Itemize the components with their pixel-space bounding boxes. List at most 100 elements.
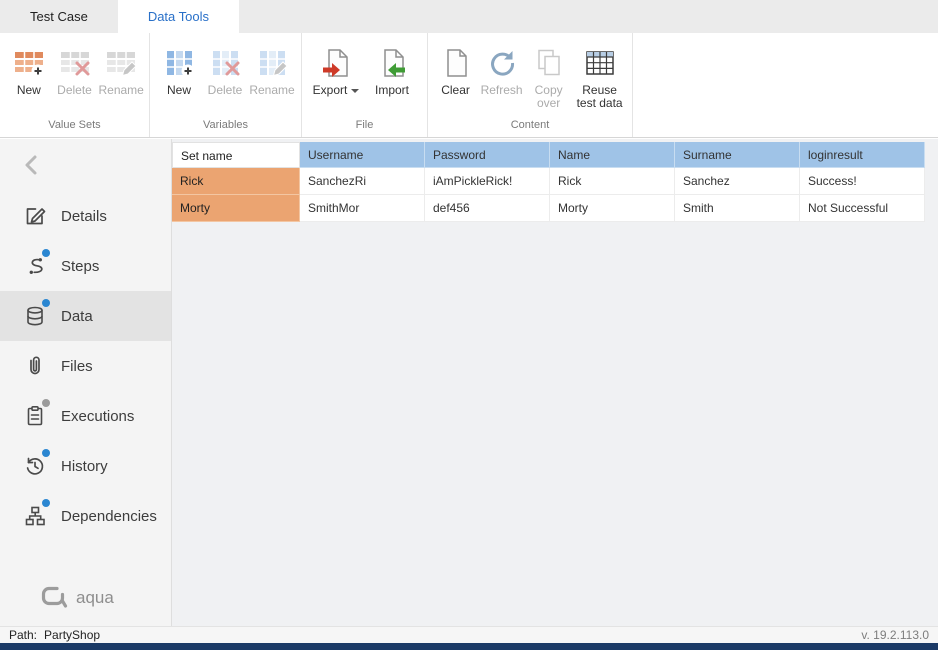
table-cell[interactable]: Sanchez [675, 168, 800, 195]
value-sets-new-button[interactable]: New [6, 39, 52, 97]
edit-icon [23, 204, 47, 228]
button-label: Delete [208, 84, 243, 97]
refresh-button: Refresh [477, 39, 526, 97]
clipboard-icon [23, 404, 47, 428]
import-document-icon [376, 45, 408, 81]
notification-badge [42, 399, 50, 407]
copy-over-button: Copy over [526, 39, 571, 110]
ribbon-group-value-sets: New Delete [0, 33, 150, 137]
ribbon: New Delete [0, 33, 938, 138]
aqua-logo: aqua [40, 585, 114, 611]
sidebar-item-label: Details [61, 208, 107, 225]
value-sets-delete-button: Delete [52, 39, 98, 97]
table-cell[interactable]: SmithMor [300, 195, 425, 222]
sidebar-item-executions[interactable]: Executions [0, 391, 171, 441]
export-label-row: Export [313, 84, 360, 97]
notification-badge [42, 449, 50, 457]
ribbon-group-label: File [302, 117, 427, 137]
path-value: PartyShop [44, 628, 100, 642]
column-header-surname[interactable]: Surname [675, 142, 800, 168]
button-label: New [167, 84, 191, 97]
value-sets-rename-button: Rename [97, 39, 145, 97]
sidebar-item-files[interactable]: Files [0, 341, 171, 391]
steps-icon [23, 254, 47, 278]
sidebar-item-dependencies[interactable]: Dependencies [0, 491, 171, 541]
column-header-password[interactable]: Password [425, 142, 550, 168]
sidebar-item-label: History [61, 458, 108, 475]
button-label: Refresh [481, 84, 523, 97]
ribbon-group-file: Export Import File [302, 33, 428, 137]
sidebar-item-label: Files [61, 358, 93, 375]
column-header-loginresult[interactable]: loginresult [800, 142, 925, 168]
set-name-cell[interactable]: Morty [172, 195, 300, 222]
sidebar-item-details[interactable]: Details [0, 191, 171, 241]
table-cell[interactable]: Smith [675, 195, 800, 222]
table-cell[interactable]: Success! [800, 168, 925, 195]
back-button[interactable] [0, 139, 171, 191]
rename-value-set-table-icon [105, 45, 137, 81]
clear-button[interactable]: Clear [434, 39, 477, 97]
table-cell[interactable]: Not Successful [800, 195, 925, 222]
set-name-cell[interactable]: Rick [172, 168, 300, 195]
ribbon-group-variables: New Delete [150, 33, 302, 137]
sidebar-item-data[interactable]: Data [0, 291, 171, 341]
button-label: Delete [57, 84, 92, 97]
table-row: Morty SmithMor def456 Morty Smith Not Su… [172, 195, 925, 222]
aqua-logo-text: aqua [76, 588, 114, 608]
chevron-down-icon [351, 89, 359, 93]
button-label: Import [375, 84, 409, 97]
ribbon-buttons: Clear Refresh [428, 37, 632, 117]
button-label: Rename [98, 84, 143, 97]
import-button[interactable]: Import [364, 39, 420, 97]
column-header-name[interactable]: Name [550, 142, 675, 168]
bottom-accent-strip [0, 643, 938, 650]
new-value-set-table-icon [13, 45, 45, 81]
history-clock-icon [23, 454, 47, 478]
copy-documents-icon [533, 45, 565, 81]
ribbon-buttons: New Delete [150, 37, 301, 117]
status-bar: Path: PartyShop v. 19.2.113.0 [0, 626, 938, 643]
sidebar-item-label: Data [61, 308, 93, 325]
table-cell[interactable]: def456 [425, 195, 550, 222]
button-label: Rename [249, 84, 294, 97]
table-header-row: Set name Username Password Name Surname … [172, 142, 925, 168]
button-label: Copy over [526, 84, 571, 110]
refresh-icon [486, 45, 518, 81]
column-header-username[interactable]: Username [300, 142, 425, 168]
table-cell[interactable]: Rick [550, 168, 675, 195]
app-window: Test Case Data Tools [0, 0, 938, 650]
notification-badge [42, 499, 50, 507]
delete-value-set-table-icon [59, 45, 91, 81]
rename-variable-table-icon [256, 45, 288, 81]
sidebar-item-label: Executions [61, 408, 134, 425]
sidebar-item-history[interactable]: History [0, 441, 171, 491]
value-set-table: Set name Username Password Name Surname … [172, 142, 925, 222]
reuse-test-data-grid-icon [584, 45, 616, 81]
path-label: Path: [9, 628, 37, 642]
content-panel: Set name Username Password Name Surname … [172, 139, 938, 627]
table-cell[interactable]: iAmPickleRick! [425, 168, 550, 195]
button-label: Clear [441, 84, 470, 97]
reuse-test-data-button[interactable]: Reuse test data [571, 39, 628, 110]
sidebar-item-steps[interactable]: Steps [0, 241, 171, 291]
tab-bar: Test Case Data Tools [0, 0, 938, 33]
chevron-left-icon [22, 153, 40, 177]
ribbon-group-label: Content [428, 117, 632, 137]
clear-document-icon [440, 45, 472, 81]
tab-data-tools[interactable]: Data Tools [118, 0, 239, 33]
hierarchy-icon [23, 504, 47, 528]
table-cell[interactable]: Morty [550, 195, 675, 222]
variables-new-button[interactable]: New [156, 39, 202, 97]
variables-delete-button: Delete [202, 39, 248, 97]
export-button[interactable]: Export [308, 39, 364, 97]
column-header-set-name[interactable]: Set name [172, 142, 300, 168]
sidebar: Details Steps [0, 139, 172, 627]
main-area: Details Steps [0, 139, 938, 627]
notification-badge [42, 249, 50, 257]
new-variable-table-icon [163, 45, 195, 81]
ribbon-group-label: Value Sets [0, 117, 149, 137]
button-label: New [17, 84, 41, 97]
tab-test-case[interactable]: Test Case [0, 0, 118, 33]
table-cell[interactable]: SanchezRi [300, 168, 425, 195]
delete-variable-table-icon [209, 45, 241, 81]
